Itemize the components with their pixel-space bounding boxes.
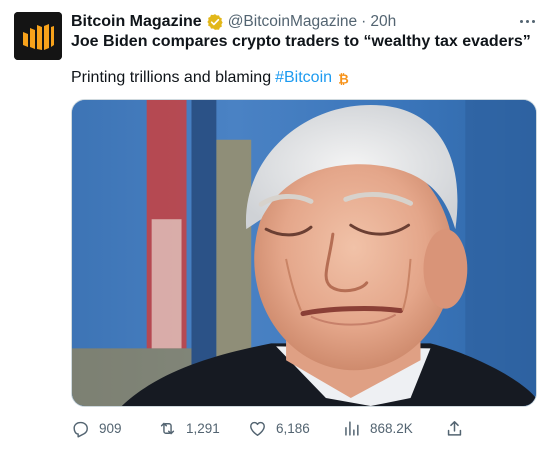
reply-button[interactable]: 909 [71,419,122,438]
share-button[interactable] [445,419,464,438]
heart-icon [250,421,265,436]
views-count: 868.2K [370,420,413,436]
tweet-headline: Joe Biden compares crypto traders to “we… [71,33,531,50]
tweet-header: Bitcoin Magazine @BitcoinMagazine · 20h [71,11,396,33]
gold-verified-badge-icon[interactable] [206,13,224,31]
more-dot [519,19,523,23]
views-button[interactable]: 868.2K [342,419,413,438]
timestamp[interactable]: 20h [370,13,396,31]
like-count: 6,186 [276,420,310,436]
tweet-body-text: Printing trillions and blaming [71,69,272,86]
reply-icon [73,421,88,438]
bitcoin-magazine-logo-icon [14,12,62,60]
share-icon [447,420,462,436]
retweet-button[interactable]: 1,291 [158,419,220,438]
tweet[interactable]: Bitcoin Magazine @BitcoinMagazine · 20h … [0,0,554,450]
more-dot [531,19,535,23]
like-button[interactable]: 6,186 [248,419,310,438]
svg-text:₿: ₿ [338,72,349,86]
tweet-text: Printing trillions and blaming #Bitcoin … [71,69,351,87]
avatar[interactable] [14,12,62,60]
retweet-count: 1,291 [186,420,220,436]
bitcoin-icon: ₿ [338,72,349,86]
retweet-icon [160,422,175,434]
handle[interactable]: @BitcoinMagazine [228,13,357,31]
more-options-icon[interactable] [514,10,540,32]
tweet-image[interactable] [71,99,537,407]
reply-count: 909 [99,420,122,436]
display-name[interactable]: Bitcoin Magazine [71,13,202,31]
more-dot [525,19,529,23]
tweet-actions: 909 1,291 6,186 868.2K [71,416,537,440]
views-chart-icon [345,420,359,436]
separator-dot: · [361,13,367,30]
photo-of-man-with-eyes-closed-icon [72,100,536,406]
hashtag-link[interactable]: #Bitcoin [275,69,332,87]
